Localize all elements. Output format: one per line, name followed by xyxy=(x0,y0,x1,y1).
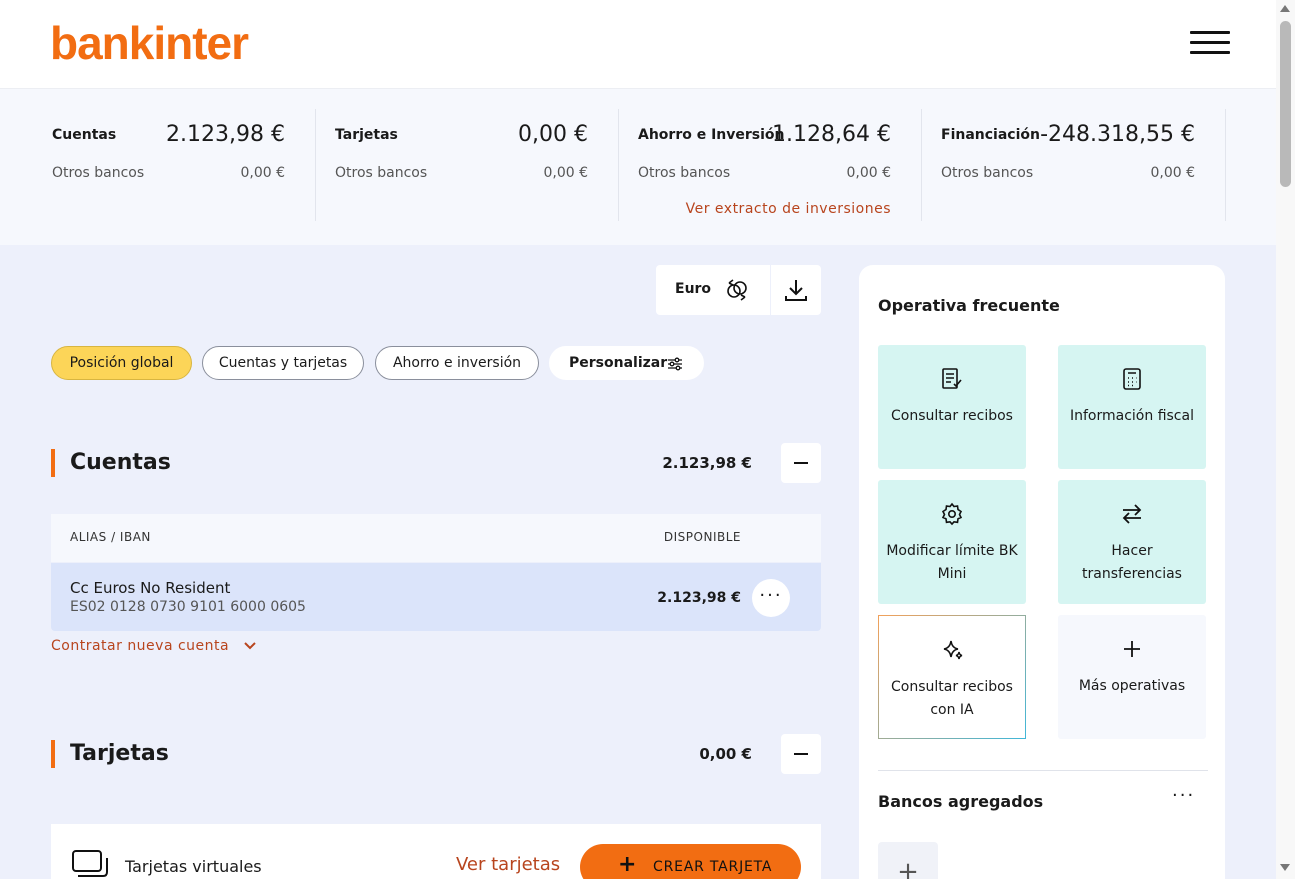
summary-value: 1.128,64 € xyxy=(772,122,891,147)
download-button[interactable] xyxy=(771,265,821,315)
summary-title: Financiación xyxy=(941,127,1040,143)
section-accent-bar xyxy=(51,740,55,768)
transfer-arrows-icon xyxy=(1122,504,1142,524)
scroll-up-arrow-icon[interactable] xyxy=(1280,5,1290,12)
calculator-icon xyxy=(1123,368,1141,390)
scroll-down-arrow-icon[interactable] xyxy=(1280,864,1290,871)
investment-statement-link[interactable]: Ver extracto de inversiones xyxy=(686,201,891,217)
create-card-button[interactable]: + CREAR TARJETA xyxy=(580,844,801,879)
currency-label: Euro xyxy=(675,281,712,297)
tile-label: Consultar recibos con IA xyxy=(891,679,1013,718)
plus-icon xyxy=(1124,641,1140,657)
accounts-table-header: ALIAS / IBAN DISPONIBLE xyxy=(51,514,821,562)
summary-sub-value: 0,00 € xyxy=(543,165,588,181)
tile-modificar-limite[interactable]: Modificar límite BK Mini xyxy=(878,480,1026,604)
account-more-options-button[interactable]: ··· xyxy=(752,579,790,617)
tab-cuentas-y-tarjetas[interactable]: Cuentas y tarjetas xyxy=(202,346,364,380)
balance-summary: Cuentas 2.123,98 € Otros bancos 0,00 € T… xyxy=(0,89,1276,245)
summary-sub-label: Otros bancos xyxy=(638,165,731,181)
summary-sub-value: 0,00 € xyxy=(846,165,891,181)
aggregated-banks-more-button[interactable]: ··· xyxy=(1172,785,1195,806)
tarjetas-section-title: Tarjetas xyxy=(70,741,169,766)
tile-label: Hacer transferencias xyxy=(1082,543,1182,582)
chevron-down-icon xyxy=(244,642,256,650)
virtual-cards-label: Tarjetas virtuales xyxy=(125,857,262,876)
cards-icon xyxy=(72,850,108,877)
cuentas-section-total: 2.123,98 € xyxy=(662,454,752,472)
tile-label: Información fiscal xyxy=(1070,408,1194,424)
summary-title: Cuentas xyxy=(52,127,117,143)
tile-label: Modificar límite BK Mini xyxy=(886,543,1018,582)
tile-informacion-fiscal[interactable]: Información fiscal xyxy=(1058,345,1206,469)
panel-title: Operativa frecuente xyxy=(878,296,1060,315)
summary-sub-label: Otros bancos xyxy=(941,165,1034,181)
summary-value: -248.318,55 € xyxy=(1040,122,1195,147)
plus-icon: + xyxy=(618,852,638,877)
summary-value: 0,00 € xyxy=(518,122,588,147)
aggregated-banks-title: Bancos agregados xyxy=(878,792,1044,811)
personalizar-button[interactable]: Personalizar xyxy=(549,346,704,380)
add-bank-button[interactable]: + xyxy=(878,842,938,879)
view-cards-link[interactable]: Ver tarjetas xyxy=(456,854,560,875)
personalizar-label: Personalizar xyxy=(569,355,668,371)
frequent-operations-panel: Operativa frecuente Consultar recibos In… xyxy=(859,265,1225,879)
summary-sub-label: Otros bancos xyxy=(52,165,145,181)
column-alias-iban: ALIAS / IBAN xyxy=(70,530,151,544)
minus-icon xyxy=(794,462,808,464)
summary-ahorro[interactable]: Ahorro e Inversión 1.128,64 € Otros banc… xyxy=(638,109,922,221)
top-header: bankinter xyxy=(0,0,1276,89)
new-account-link[interactable]: Contratar nueva cuenta xyxy=(51,638,256,654)
create-card-label: CREAR TARJETA xyxy=(653,859,773,875)
receipt-list-icon xyxy=(942,368,962,389)
gear-icon xyxy=(941,502,963,526)
minus-icon xyxy=(794,753,808,755)
cuentas-section-title: Cuentas xyxy=(70,450,171,475)
currency-selector[interactable]: Euro xyxy=(656,265,770,315)
summary-sub-label: Otros bancos xyxy=(335,165,428,181)
summary-sub-value: 0,00 € xyxy=(1150,165,1195,181)
hamburger-menu-icon[interactable] xyxy=(1190,31,1230,57)
tarjetas-section-total: 0,00 € xyxy=(699,745,752,763)
currency-exchange-icon xyxy=(724,277,750,307)
summary-title: Ahorro e Inversión xyxy=(638,127,785,143)
sliders-icon xyxy=(668,357,682,371)
summary-sub-value: 0,00 € xyxy=(240,165,285,181)
panel-divider xyxy=(878,770,1208,771)
new-account-label: Contratar nueva cuenta xyxy=(51,638,230,654)
tile-label: Consultar recibos xyxy=(891,408,1013,424)
page-scrollbar[interactable] xyxy=(1276,0,1295,879)
ai-sparkle-icon xyxy=(943,640,963,660)
account-alias: Cc Euros No Resident xyxy=(70,579,231,597)
account-available: 2.123,98 € xyxy=(657,590,741,606)
account-row[interactable]: Cc Euros No Resident ES02 0128 0730 9101… xyxy=(51,563,821,631)
summary-cuentas[interactable]: Cuentas 2.123,98 € Otros bancos 0,00 € xyxy=(52,109,316,221)
tab-ahorro-e-inversion[interactable]: Ahorro e inversión xyxy=(375,346,539,380)
tile-mas-operativas[interactable]: Más operativas xyxy=(1058,615,1206,739)
summary-financiacion[interactable]: Financiación -248.318,55 € Otros bancos … xyxy=(941,109,1226,221)
tile-consultar-recibos[interactable]: Consultar recibos xyxy=(878,345,1026,469)
tarjetas-collapse-button[interactable] xyxy=(781,734,821,774)
column-disponible: DISPONIBLE xyxy=(663,530,741,544)
tile-label: Más operativas xyxy=(1078,678,1186,694)
virtual-cards-row: Tarjetas virtuales Ver tarjetas + CREAR … xyxy=(51,824,821,879)
summary-tarjetas[interactable]: Tarjetas 0,00 € Otros bancos 0,00 € xyxy=(335,109,619,221)
tab-posicion-global[interactable]: Posición global xyxy=(51,346,192,380)
summary-title: Tarjetas xyxy=(335,127,398,143)
download-icon xyxy=(785,280,807,301)
bankinter-logo[interactable]: bankinter xyxy=(50,16,249,70)
summary-value: 2.123,98 € xyxy=(166,122,285,147)
scroll-thumb[interactable] xyxy=(1280,21,1291,187)
cuentas-collapse-button[interactable] xyxy=(781,443,821,483)
tile-consultar-recibos-ia[interactable]: Consultar recibos con IA xyxy=(878,615,1026,739)
section-accent-bar xyxy=(51,449,55,477)
tile-hacer-transferencias[interactable]: Hacer transferencias xyxy=(1058,480,1206,604)
account-iban: ES02 0128 0730 9101 6000 0605 xyxy=(70,599,306,615)
